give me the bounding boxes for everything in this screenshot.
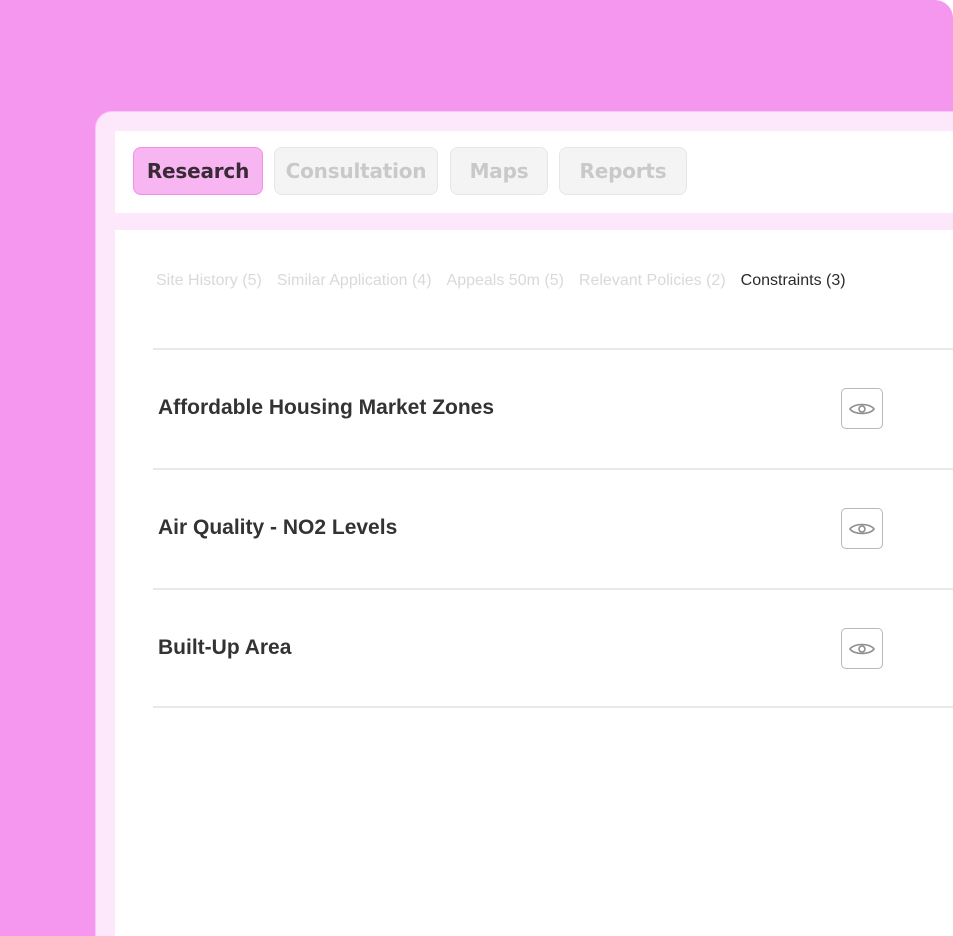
tab-reports[interactable]: Reports [559, 147, 687, 195]
research-content: Site History (5) Similar Application (4)… [115, 230, 953, 936]
app-background: Research Consultation Maps Reports Site … [0, 0, 953, 936]
constraint-row: Air Quality - NO2 Levels [153, 468, 953, 588]
subtab-site-history[interactable]: Site History (5) [156, 272, 262, 290]
view-constraint-button[interactable] [841, 508, 883, 549]
constraint-row: Affordable Housing Market Zones [153, 348, 953, 468]
constraint-title: Air Quality - NO2 Levels [158, 516, 398, 539]
view-constraint-button[interactable] [841, 628, 883, 669]
subtab-constraints[interactable]: Constraints (3) [741, 272, 846, 290]
sub-tab-bar: Site History (5) Similar Application (4)… [156, 272, 846, 290]
main-tab-bar: Research Consultation Maps Reports [115, 131, 953, 213]
subtab-relevant-policies[interactable]: Relevant Policies (2) [579, 272, 726, 290]
tab-maps[interactable]: Maps [450, 147, 548, 195]
constraint-row: Built-Up Area [153, 588, 953, 708]
eye-icon [849, 643, 875, 654]
eye-icon [849, 403, 875, 414]
constraint-title: Affordable Housing Market Zones [158, 396, 495, 419]
tab-consultation[interactable]: Consultation [274, 147, 438, 195]
subtab-appeals[interactable]: Appeals 50m (5) [447, 272, 564, 290]
app-window: Research Consultation Maps Reports Site … [96, 112, 953, 936]
constraint-title: Built-Up Area [158, 636, 292, 659]
eye-icon [849, 523, 875, 534]
view-constraint-button[interactable] [841, 388, 883, 429]
tab-research[interactable]: Research [133, 147, 263, 195]
subtab-similar-application[interactable]: Similar Application (4) [277, 272, 432, 290]
